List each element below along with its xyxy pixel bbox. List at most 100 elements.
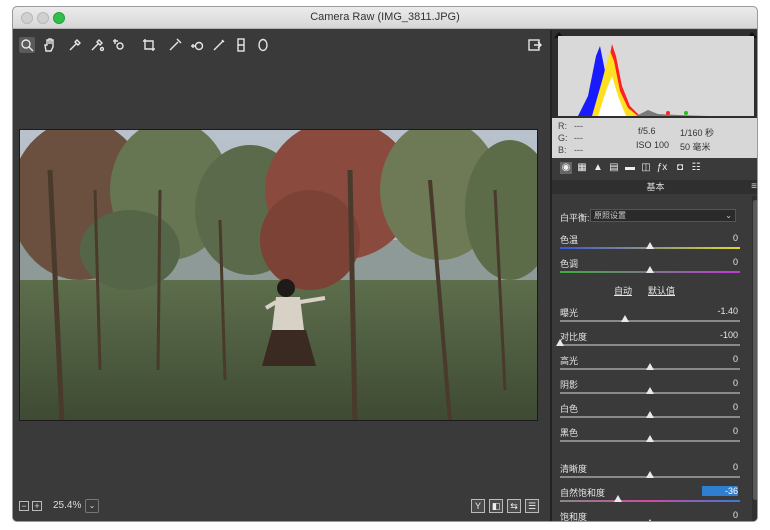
shutter-speed: 1/160 秒 [680, 128, 715, 138]
slider-label: 色调 [560, 259, 579, 269]
slider-thumb[interactable] [646, 411, 654, 418]
slider-thumb[interactable] [646, 435, 654, 442]
slider-value-field[interactable]: 0 [702, 510, 738, 520]
title-bar: Camera Raw (IMG_3811.JPG) [13, 7, 757, 29]
slider-label: 色温 [560, 235, 579, 245]
chevron-down-icon: ⌄ [725, 211, 732, 220]
effects-tab-icon[interactable]: ƒx [656, 162, 668, 174]
slider-value-field[interactable]: 0 [702, 426, 738, 436]
camera-info: R: --- G: --- B: --- f/5.6 1/160 秒 ISO 1… [552, 118, 757, 158]
slider-row: 阴影 0 [552, 378, 752, 402]
slider-track[interactable] [560, 500, 740, 502]
photo-preview[interactable] [19, 129, 538, 421]
slider-row: 黑色 0 [552, 426, 752, 450]
slider-label: 高光 [560, 356, 579, 366]
zoom-in-button[interactable]: + [32, 501, 42, 511]
slider-label: 白色 [560, 404, 579, 414]
tone-curve-tab-icon[interactable]: ▦ [576, 162, 588, 174]
slider-thumb[interactable] [646, 363, 654, 370]
zoom-level: 25.4% [53, 500, 82, 511]
slider-value-field[interactable]: 0 [702, 378, 738, 388]
slider-thumb[interactable] [613, 495, 622, 502]
swap-settings-button[interactable]: ◧ [489, 499, 503, 513]
before-after-toggle-button[interactable]: Y [471, 499, 485, 513]
white-balance-label: 白平衡: [560, 213, 590, 223]
copy-settings-button[interactable]: ⇆ [507, 499, 521, 513]
graduated-filter-tool-icon[interactable] [233, 37, 249, 53]
slider-label: 曝光 [560, 308, 579, 318]
split-toning-tab-icon[interactable]: ▬ [624, 162, 636, 174]
spot-removal-tool-icon[interactable] [189, 37, 205, 53]
g-value: --- [574, 133, 583, 143]
slider-value-field[interactable]: -36 [702, 486, 738, 496]
presets-tab-icon[interactable]: ☷ [690, 162, 702, 174]
slider-row: 色温 0 [552, 233, 752, 257]
hand-tool-icon[interactable] [41, 37, 57, 53]
b-label: B: [558, 145, 567, 155]
crop-tool-icon[interactable] [141, 37, 157, 53]
zoom-dropdown[interactable]: ⌄ [85, 499, 99, 513]
panel-tabs: ◉ ▦ ▲ ▤ ▬ ◫ ƒx ◘ ☷ [552, 160, 757, 178]
slider-value-field[interactable]: 0 [702, 233, 738, 243]
slider-row: 白色 0 [552, 402, 752, 426]
focal-length: 50 毫米 [680, 142, 711, 152]
basic-panel: 白平衡: 原照设置 ⌄ 色温 0 色调 0 自动 默认值曝光 -1.40 对比度 -100 高光 0… [552, 196, 752, 521]
zoom-tool-icon[interactable] [19, 37, 35, 53]
white-balance-tool-icon[interactable] [67, 37, 83, 53]
slider-thumb[interactable] [646, 266, 654, 273]
radial-filter-tool-icon[interactable] [255, 37, 271, 53]
camera-raw-window: Camera Raw (IMG_3811.JPG) − + 25.4% ⌄ Y … [12, 6, 758, 522]
slider-value-field[interactable]: -1.40 [702, 306, 738, 316]
auto-link[interactable]: 自动 [614, 284, 632, 297]
r-label: R: [558, 121, 567, 131]
slider-value-field[interactable]: 0 [702, 257, 738, 267]
adjustment-sidebar: R: --- G: --- B: --- f/5.6 1/160 秒 ISO 1… [552, 30, 757, 521]
slider-thumb[interactable] [620, 315, 629, 322]
slider-row: 高光 0 [552, 354, 752, 378]
open-preferences-icon[interactable] [527, 37, 543, 53]
zoom-out-button[interactable]: − [19, 501, 29, 511]
panel-menu-icon[interactable]: ≡ [751, 180, 757, 194]
camera-calibration-tab-icon[interactable]: ◘ [674, 162, 686, 174]
panel-header: 基本 ≡ [552, 180, 757, 194]
r-value: --- [574, 121, 583, 131]
b-value: --- [574, 145, 583, 155]
slider-value-field[interactable]: 0 [702, 462, 738, 472]
panel-scrollbar[interactable] [752, 196, 757, 521]
default-link[interactable]: 默认值 [648, 284, 675, 297]
slider-thumb[interactable] [646, 242, 654, 249]
slider-thumb[interactable] [646, 471, 654, 478]
detail-tab-icon[interactable]: ▲ [592, 162, 604, 174]
g-label: G: [558, 133, 568, 143]
slider-track[interactable] [560, 344, 740, 346]
slider-thumb[interactable] [646, 519, 654, 521]
slider-thumb[interactable] [556, 339, 564, 346]
window-title: Camera Raw (IMG_3811.JPG) [310, 11, 460, 23]
slider-row: 饱和度 0 [552, 510, 752, 521]
slider-row: 色调 0 [552, 257, 752, 281]
straighten-tool-icon[interactable] [167, 37, 183, 53]
scroll-thumb[interactable] [753, 200, 757, 500]
histogram-graph [558, 36, 754, 116]
slider-track[interactable] [560, 320, 740, 322]
slider-thumb[interactable] [646, 387, 654, 394]
panel-title: 基本 [646, 182, 665, 192]
slider-label: 阴影 [560, 380, 579, 390]
slider-label: 对比度 [560, 332, 588, 342]
slider-value-field[interactable]: 0 [702, 354, 738, 364]
adjustment-brush-tool-icon[interactable] [211, 37, 227, 53]
settings-view-button[interactable]: ☰ [525, 499, 539, 513]
hsl-tab-icon[interactable]: ▤ [608, 162, 620, 174]
slider-label: 黑色 [560, 428, 579, 438]
bottom-bar: − + 25.4% ⌄ Y ◧ ⇆ ☰ [13, 492, 550, 521]
slider-row: 对比度 -100 [552, 330, 752, 354]
color-sampler-tool-icon[interactable] [89, 37, 105, 53]
basic-tab-icon[interactable]: ◉ [560, 162, 572, 174]
targeted-adjustment-tool-icon[interactable] [111, 37, 127, 53]
slider-value-field[interactable]: 0 [702, 402, 738, 412]
histogram [552, 30, 757, 118]
white-balance-select[interactable]: 原照设置 ⌄ [590, 209, 736, 222]
lens-corrections-tab-icon[interactable]: ◫ [640, 162, 652, 174]
slider-value-field[interactable]: -100 [702, 330, 738, 340]
slider-label: 自然饱和度 [560, 488, 606, 498]
